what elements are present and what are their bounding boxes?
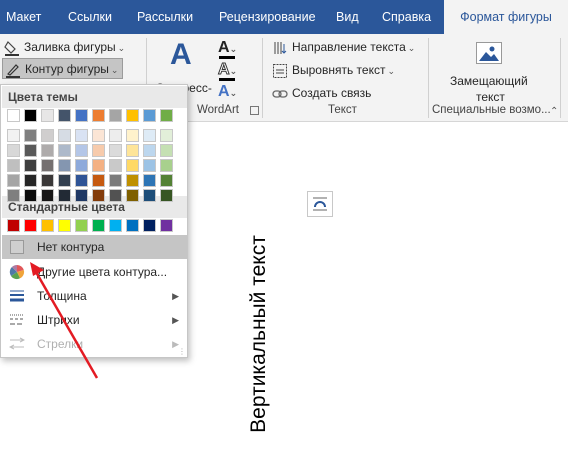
annotation-arrow-line bbox=[34, 271, 99, 379]
annotation-arrow bbox=[30, 262, 99, 379]
